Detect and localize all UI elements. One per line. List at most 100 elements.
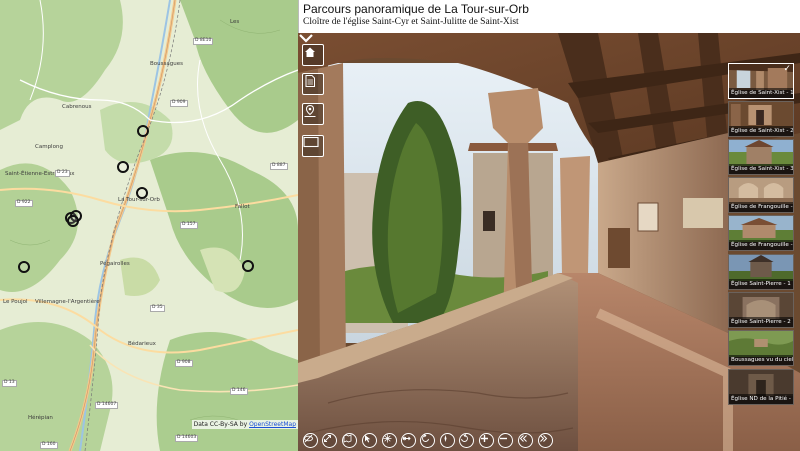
thumbnail-image	[729, 255, 793, 281]
compass-icon	[444, 435, 447, 442]
thumbnail-item[interactable]: Église Saint-Pierre - 2	[728, 292, 794, 328]
thumbnail-image	[729, 331, 793, 357]
thumbnail-image	[729, 140, 793, 166]
thumbnail-item[interactable]: ✓ Église de Saint-Xist - 1	[728, 63, 794, 99]
cursor-button[interactable]	[362, 433, 377, 448]
zoom-in-button[interactable]	[479, 433, 494, 448]
map-marker[interactable]	[136, 187, 148, 199]
resize-button[interactable]	[322, 433, 337, 448]
map-place-label: Fallot	[235, 204, 250, 210]
thumbnail-image	[729, 178, 793, 204]
checkmark-icon: ✓	[783, 64, 791, 74]
thumbnail-item[interactable]: Église ND de la Pitié - 1	[728, 369, 794, 405]
map-road-label: D 157	[180, 222, 198, 229]
cursor-icon	[365, 435, 371, 443]
map-view-button[interactable]	[342, 433, 357, 448]
zoom-out-icon	[500, 437, 507, 440]
map-place-label: Camplong	[35, 144, 63, 150]
map-place-label: Hérépian	[28, 415, 53, 421]
panorama-viewer[interactable]: ✓ Église de Saint-Xist - 1 Église de Sai…	[298, 33, 800, 451]
thumbnail-item[interactable]: Église de Frangouille - 2	[728, 215, 794, 251]
attribution-text: Data CC-By-SA by	[193, 421, 250, 428]
page-subtitle: Cloître de l'église Saint-Cyr et Saint-J…	[303, 17, 519, 27]
map-road-label: D 13	[2, 380, 17, 387]
thumbnail-image	[729, 102, 793, 128]
network-button[interactable]	[382, 433, 397, 448]
thumbnail-image	[729, 293, 793, 319]
rotate-left-button[interactable]	[420, 433, 435, 448]
resize-icon	[324, 435, 331, 442]
panorama-image	[298, 33, 800, 451]
thumbnail-image	[729, 216, 793, 242]
chevron-down-icon[interactable]	[298, 33, 314, 43]
rotate-right-button[interactable]	[459, 433, 474, 448]
map-marker[interactable]	[117, 161, 129, 173]
map-place-label: Les	[230, 19, 240, 25]
move-icon	[402, 436, 411, 441]
rotate-left-icon	[422, 434, 429, 442]
map-marker[interactable]	[18, 261, 30, 273]
map-place-label: Pégairolles	[100, 261, 130, 267]
map-place-label: La Tour-sur-Orb	[118, 197, 160, 203]
map-road-label: D 908	[175, 360, 193, 367]
fullscreen-icon	[303, 136, 319, 148]
thumbnail-label: Église ND de la Pitié - 1	[729, 394, 793, 404]
map-place-label: Bédarieux	[128, 341, 156, 347]
map-marker[interactable]	[137, 125, 149, 137]
thumbnail-image	[729, 370, 793, 396]
zoom-out-button[interactable]	[498, 433, 513, 448]
thumbnail-item[interactable]: Église de Saint-Xist - 3	[728, 139, 794, 175]
map-place-label: Le Poujol	[3, 299, 28, 305]
thumbnail-label: Église Saint-Pierre - 2	[729, 317, 793, 327]
map-road-label: D 909	[170, 100, 188, 107]
map-tiles	[0, 0, 298, 451]
previous-button[interactable]	[518, 433, 533, 448]
thumbnail-label: Boussagues vu du ciel	[729, 355, 793, 365]
map-road-label: D 922	[15, 200, 33, 207]
openstreetmap-link[interactable]: OpenStreetMap	[249, 421, 296, 428]
map-attribution: Data CC-By-SA by OpenStreetMap	[191, 420, 298, 429]
map-place-label: Cabrenous	[62, 104, 92, 110]
thumbnail-item[interactable]: Église de Frangouille - 1	[728, 177, 794, 213]
bottom-toolbar	[298, 431, 800, 451]
map-view-icon	[343, 434, 352, 443]
header: Parcours panoramique de La Tour-sur-Orb …	[298, 0, 800, 33]
thumbnail-label: Église de Frangouille - 2	[729, 240, 793, 250]
map-road-label: D 160	[40, 442, 58, 449]
map-place-label: Boussagues	[150, 61, 183, 67]
next-button[interactable]	[538, 433, 553, 448]
move-button[interactable]	[401, 433, 416, 448]
thumbnail-item[interactable]: Église Saint-Pierre - 1	[728, 254, 794, 290]
thumbnail-item[interactable]: Église de Saint-Xist - 2	[728, 101, 794, 137]
map-pane[interactable]: Les Boussagues Cabrenous Saint-Étienne-E…	[0, 0, 298, 451]
document-button[interactable]	[302, 73, 324, 95]
home-button[interactable]	[302, 44, 324, 66]
hide-icon	[304, 434, 313, 443]
map-road-label: D 14603	[175, 435, 199, 442]
home-icon	[305, 47, 315, 57]
map-marker[interactable]	[242, 260, 254, 272]
zoom-in-icon	[481, 435, 488, 442]
page-title: Parcours panoramique de La Tour-sur-Orb	[303, 2, 529, 16]
thumbnail-label: Église de Saint-Xist - 1	[729, 88, 793, 98]
document-icon	[305, 75, 315, 87]
hide-button[interactable]	[303, 433, 318, 448]
compass-button[interactable]	[440, 433, 455, 448]
map-road-label: D 14607	[95, 402, 119, 409]
thumbnail-label: Église de Frangouille - 1	[729, 202, 793, 212]
map-marker[interactable]	[67, 215, 79, 227]
map-road-label: D 35	[150, 305, 165, 312]
thumbnail-item[interactable]: Boussagues vu du ciel	[728, 330, 794, 366]
map-road-label: D 887	[270, 163, 288, 170]
map-road-label: D 23	[55, 170, 70, 177]
previous-icon	[519, 435, 527, 442]
map-pin-button[interactable]	[302, 103, 324, 125]
thumbnail-label: Église de Saint-Xist - 2	[729, 126, 793, 136]
map-road-label: D 8E10	[193, 38, 214, 45]
next-icon	[540, 435, 548, 442]
fullscreen-button[interactable]	[302, 135, 324, 157]
rotate-right-icon	[461, 434, 468, 442]
thumbnail-label: Église Saint-Pierre - 1	[729, 279, 793, 289]
map-road-label: D 146	[230, 388, 248, 395]
map-pin-icon	[304, 104, 316, 117]
